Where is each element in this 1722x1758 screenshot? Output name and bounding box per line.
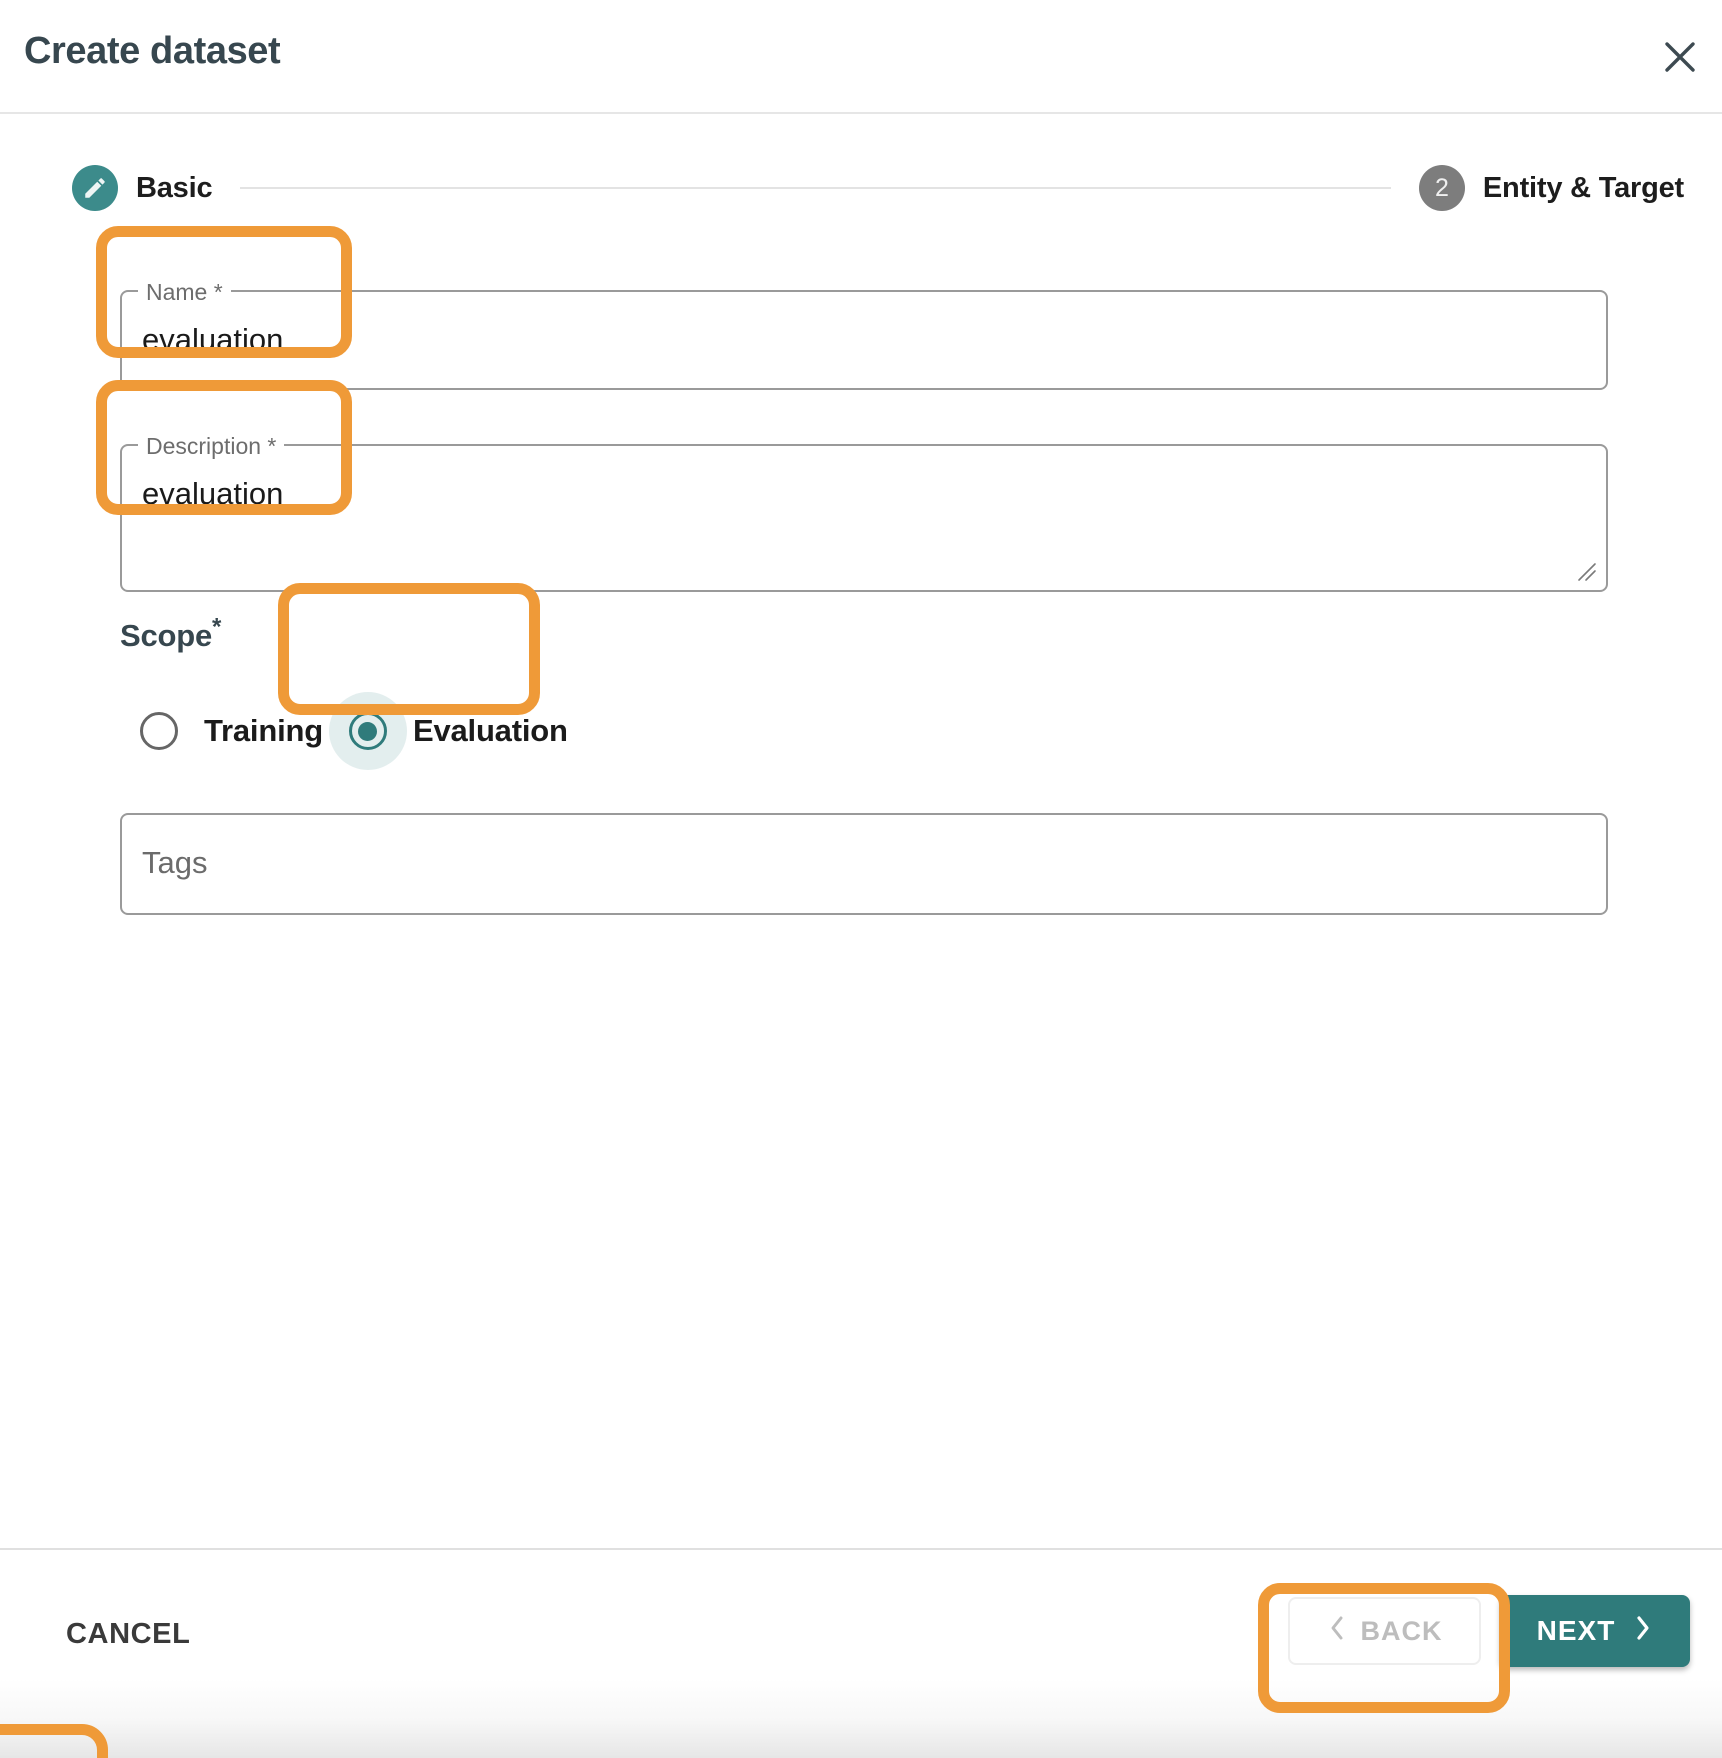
chevron-left-icon [1327,1614,1347,1649]
name-field-label: Name * [138,279,231,305]
back-button[interactable]: BACK [1288,1597,1481,1665]
next-button-label: NEXT [1536,1615,1616,1646]
description-input-value[interactable]: evaluation [142,476,283,512]
stepper: Basic 2 Entity & Target [0,160,1722,216]
scope-radio-group: Training Evaluation [120,692,574,770]
step-number: 2 [1434,173,1449,202]
pencil-icon [72,165,118,211]
page-title: Create dataset [24,30,281,72]
tags-input-placeholder[interactable]: Tags [142,845,207,881]
back-button-label: BACK [1360,1615,1443,1646]
next-button[interactable]: NEXT [1500,1595,1690,1667]
scope-radio-training[interactable]: Training [120,692,329,770]
step-number-badge: 2 [1418,165,1465,211]
dialog-content: Name * evaluation Description * evaluati… [0,216,1722,1548]
scope-label-text: Scope [120,618,213,653]
dialog-header: Create dataset [0,0,1722,114]
radio-icon-training[interactable] [120,692,198,770]
description-field-label: Description * [138,433,285,459]
radio-icon-evaluation[interactable] [328,692,407,770]
tags-field[interactable]: Tags [120,813,1608,915]
step-entity-target-label: Entity & Target [1482,171,1684,204]
name-input-value[interactable]: evaluation [142,322,283,358]
step-basic-label: Basic [136,171,213,204]
scope-radio-training-label: Training [204,713,323,748]
resize-handle-icon[interactable] [1575,560,1597,582]
scope-required-marker: * [212,613,222,641]
dialog-footer: CANCEL BACK NEXT [0,1548,1722,1758]
description-field[interactable]: Description * evaluation [120,433,1608,592]
cancel-button[interactable]: CANCEL [62,1612,194,1657]
create-dataset-dialog: Create dataset Basic 2 Entity & Target N… [0,0,1722,1758]
scope-radio-evaluation[interactable]: Evaluation [328,692,574,770]
scope-label: Scope* [120,615,221,654]
step-entity-target[interactable]: 2 Entity & Target [1418,165,1684,211]
chevron-right-icon [1633,1614,1653,1649]
close-icon[interactable] [1650,28,1710,86]
step-basic[interactable]: Basic [72,165,213,211]
scope-radio-evaluation-label: Evaluation [412,713,568,748]
name-field[interactable]: Name * evaluation [120,279,1608,390]
stepper-connector [240,187,1391,189]
